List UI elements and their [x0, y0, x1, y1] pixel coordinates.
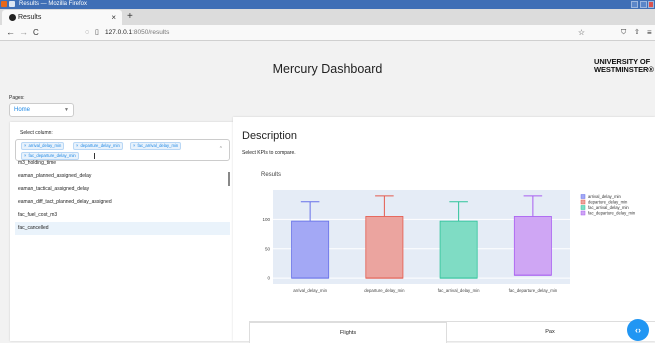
pages-dropdown[interactable]: Home ▼ — [9, 103, 74, 117]
url-host: 127.0.0.1 — [105, 29, 133, 36]
chart-card: Results 0 50 100 arrival_delay_min departure… — [245, 162, 652, 314]
back-button[interactable]: ← — [6, 25, 15, 40]
results-panel: Description Select KPIs to compare. Resu… — [233, 117, 655, 343]
y-tick-label: 50 — [265, 246, 271, 251]
option-m3-holding-time[interactable]: m3_holding_time — [15, 157, 230, 170]
y-tick-label: 0 — [267, 276, 270, 281]
chip-label: departure_delay_min — [80, 143, 120, 148]
app-menu-icon[interactable] — [1, 1, 7, 7]
option-fac-cancelled[interactable]: fac_cancelled — [15, 222, 230, 235]
url-text[interactable]: 127.0.0.1:8050/results — [105, 27, 169, 38]
box-fac-departure-delay-min[interactable] — [513, 216, 552, 276]
tab-label: Results — [18, 14, 42, 21]
column-options-list: m3_holding_time eaman_planned_assigned_d… — [15, 160, 230, 235]
shield-icon[interactable]: ◌ — [85, 27, 89, 38]
page-title: Mercury Dashboard — [272, 62, 383, 76]
pages-label: Pages: — [9, 95, 25, 101]
share-icon[interactable]: ⇧ — [634, 25, 640, 40]
options-scrollbar[interactable] — [228, 172, 230, 186]
pages-dropdown-value: Home — [14, 107, 31, 113]
url-path: :8050/results — [132, 29, 170, 36]
chevron-up-icon[interactable]: ⌃ — [219, 146, 223, 152]
x-tick-label: departure_delay_min — [364, 288, 405, 293]
legend-label[interactable]: arrival_delay_min — [588, 194, 621, 199]
code-toggle-button[interactable]: ‹› — [627, 319, 649, 341]
reload-button[interactable]: C — [33, 25, 39, 40]
new-tab-button[interactable]: + — [127, 11, 133, 23]
tab-flights[interactable]: Flights — [249, 322, 447, 343]
legend-swatch — [580, 199, 586, 205]
y-tick-label: 100 — [262, 217, 270, 222]
favicon-icon — [9, 14, 16, 21]
tabs-row: Flights Pax — [249, 321, 655, 343]
chip-departure-delay-min[interactable]: × departure_delay_min — [73, 142, 123, 150]
tab-results[interactable]: Results × — [2, 10, 122, 25]
chip-label: fac_arrival_delay_min — [137, 143, 179, 148]
chip-remove-icon[interactable]: × — [24, 143, 26, 148]
x-tick-label: arrival_delay_min — [293, 288, 327, 293]
chip-remove-icon[interactable]: × — [76, 143, 78, 148]
option-fac-fuel-cost-m3[interactable]: fac_fuel_cost_m3 — [15, 209, 230, 222]
nav-bar: ← → C ◌ ▯ 127.0.0.1:8050/results ☆ ⛉ ⇧ ≡ — [0, 25, 655, 41]
chevron-down-icon: ▼ — [64, 107, 69, 113]
x-tick-label: fac_departure_delay_min — [509, 288, 558, 293]
box-chart[interactable]: 050100arrival_delay_min departure_delay_m… — [245, 162, 652, 314]
column-select-label: Select column: — [20, 130, 53, 136]
bookmark-star-icon[interactable]: ☆ — [578, 27, 585, 38]
legend-label[interactable]: fac_arrival_delay_min — [588, 205, 629, 210]
os-titlebar: Results — Mozilla Firefox — [0, 0, 655, 9]
description-text: Select KPIs to compare. — [242, 150, 296, 156]
description-title: Description — [242, 130, 298, 142]
legend-label[interactable]: departure_delay_min — [588, 200, 628, 205]
column-select-panel: Select column: × arrival_delay_min × depar… — [10, 122, 233, 341]
page-info-icon[interactable]: ▯ — [95, 27, 99, 38]
legend-swatch — [580, 210, 586, 216]
url-bar[interactable]: ◌ ▯ 127.0.0.1:8050/results ☆ — [85, 27, 585, 38]
extensions-icon[interactable]: ⛉ — [621, 25, 626, 40]
option-eaman-diff-tact-planned-delay-assigned[interactable]: eaman_diff_tact_planned_delay_assigned — [15, 196, 230, 209]
maximize-button[interactable] — [640, 1, 647, 8]
box-fac-arrival-delay-min[interactable] — [439, 220, 478, 279]
chip-remove-icon[interactable]: × — [133, 143, 135, 148]
tab-close-icon[interactable]: × — [111, 12, 116, 23]
tab-pax[interactable]: Pax — [445, 322, 655, 342]
box-departure-delay-min[interactable] — [365, 216, 404, 279]
logo-line-2: WESTMINSTER® — [594, 65, 654, 74]
x-tick-label: fac_arrival_delay_min — [438, 288, 480, 293]
legend-swatch — [580, 205, 586, 210]
chip-fac-arrival-delay-min[interactable]: × fac_arrival_delay_min — [130, 142, 182, 150]
legend-label[interactable]: fac_departure_delay_min — [588, 211, 636, 216]
window-title: Results — Mozilla Firefox — [19, 1, 88, 7]
chip-label: arrival_delay_min — [28, 143, 62, 148]
chip-arrival-delay-min[interactable]: × arrival_delay_min — [21, 142, 65, 150]
menu-icon[interactable]: ≡ — [647, 25, 652, 40]
university-logo: UNIVERSITY OF WESTMINSTER® — [594, 58, 654, 74]
option-eaman-planned-assigned-delay[interactable]: eaman_planned_assigned_delay — [15, 170, 230, 183]
close-window-button[interactable] — [648, 1, 654, 8]
legend-swatch — [580, 194, 586, 199]
window-icon — [9, 1, 15, 7]
forward-button[interactable]: → — [19, 25, 28, 40]
code-brackets-icon: ‹› — [635, 325, 641, 335]
box-arrival-delay-min[interactable] — [291, 220, 330, 279]
minimize-button[interactable] — [631, 1, 638, 8]
option-eaman-tactical-assigned-delay[interactable]: eaman_tactical_assigned_delay — [15, 183, 230, 196]
